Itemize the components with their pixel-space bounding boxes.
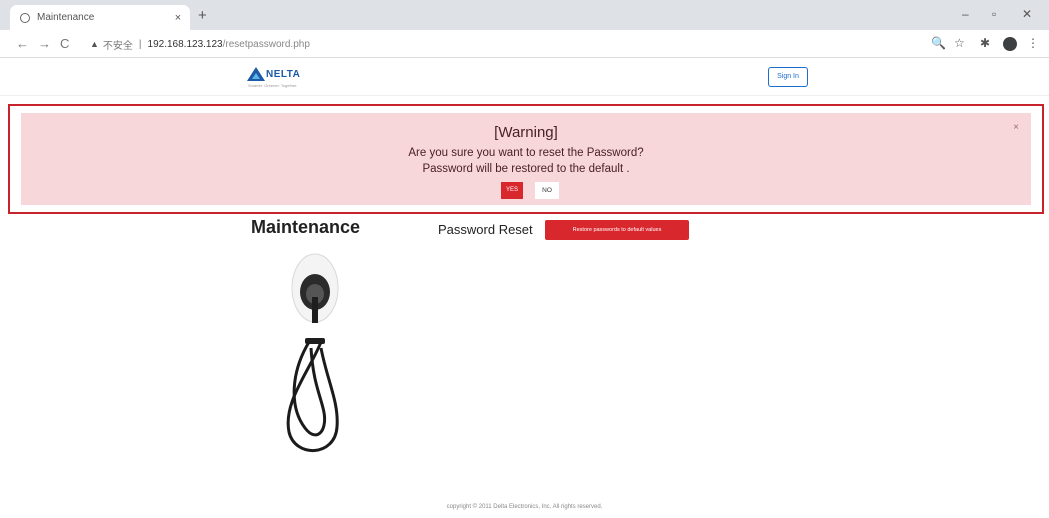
extension-icon[interactable]: ✱ <box>980 36 990 50</box>
star-icon[interactable]: ☆ <box>954 36 965 50</box>
logo-tagline: Smarter. Greener. Together. <box>248 83 298 88</box>
forward-icon[interactable]: → <box>38 36 51 52</box>
reload-icon[interactable]: C <box>60 36 69 52</box>
address-bar[interactable]: ▲ 不安全 | 192.168.123.123 /resetpassword.p… <box>90 34 925 54</box>
warning-icon: ▲ <box>90 39 99 49</box>
delta-triangle-icon <box>247 67 265 81</box>
delta-logo[interactable]: NELTA Smarter. Greener. Together. <box>246 66 326 90</box>
ev-charger-image <box>286 253 339 452</box>
back-icon[interactable]: ← <box>16 36 29 52</box>
globe-icon <box>20 12 30 23</box>
alert-title: [Warning] <box>494 124 558 141</box>
warning-alert: [Warning] Are you sure you want to reset… <box>21 113 1031 205</box>
address-path: /resetpassword.php <box>222 38 310 50</box>
menu-icon[interactable]: ⋮ <box>1027 36 1039 50</box>
browser-toolbar: ← → C ▲ 不安全 | 192.168.123.123 /resetpass… <box>0 30 1049 58</box>
tab-title: Maintenance <box>37 12 95 23</box>
address-separator: | <box>138 38 142 50</box>
browser-tab[interactable]: Maintenance × <box>10 5 190 30</box>
yes-button[interactable]: YES <box>501 182 523 199</box>
password-reset-label: Password Reset <box>438 222 533 237</box>
zoom-icon[interactable]: 🔍 <box>931 36 946 50</box>
browser-tab-bar: Maintenance × + – ▫ ✕ <box>0 0 1049 30</box>
tab-close-icon[interactable]: × <box>170 12 186 24</box>
restore-passwords-button[interactable]: Restore passwords to default values <box>545 220 689 240</box>
alert-detail: Password will be restored to the default… <box>422 163 630 175</box>
alert-close-icon[interactable]: × <box>1013 122 1019 133</box>
alert-highlight-frame: [Warning] Are you sure you want to reset… <box>8 104 1044 214</box>
site-navbar: NELTA Smarter. Greener. Together. Sign I… <box>0 58 1049 96</box>
logo-text: NELTA <box>266 69 301 80</box>
no-button[interactable]: NO <box>535 182 559 199</box>
close-window-icon[interactable]: ✕ <box>1022 7 1032 21</box>
address-host: 192.168.123.123 <box>147 38 223 50</box>
footer-copyright: copyright © 2011 Delta Electronics, Inc.… <box>446 504 603 510</box>
page-title: Maintenance <box>251 217 361 237</box>
restore-icon[interactable]: ▫ <box>992 7 996 21</box>
new-tab-icon[interactable]: + <box>198 7 207 24</box>
profile-avatar-icon[interactable] <box>1003 37 1017 51</box>
minimize-icon[interactable]: – <box>962 7 969 21</box>
sign-in-button[interactable]: Sign In <box>768 67 808 87</box>
alert-message: Are you sure you want to reset the Passw… <box>408 147 644 159</box>
insecure-label: 不安全 <box>102 40 133 52</box>
